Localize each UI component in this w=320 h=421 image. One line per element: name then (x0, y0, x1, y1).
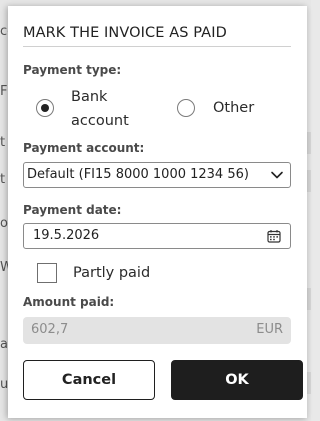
background-text: a (0, 337, 8, 352)
payment-account-label: Payment account: (23, 141, 145, 155)
amount-paid-label: Amount paid: (23, 295, 115, 309)
ok-button[interactable]: OK (171, 360, 303, 400)
radio-other[interactable] (177, 99, 195, 117)
background-text: u (0, 377, 9, 392)
payment-date-label: Payment date: (23, 203, 122, 217)
payment-date-input[interactable]: 19.5.2026 (23, 223, 291, 249)
background-text: t (0, 172, 6, 187)
cancel-button[interactable]: Cancel (23, 360, 155, 400)
payment-date-value: 19.5.2026 (33, 228, 100, 243)
amount-paid-input: 602,7 EUR (23, 317, 291, 344)
dialog-title: MARK THE INVOICE AS PAID (23, 25, 227, 41)
partly-paid-label[interactable]: Partly paid (73, 263, 150, 283)
partly-paid-checkbox[interactable] (37, 263, 57, 283)
calendar-icon[interactable] (267, 229, 281, 243)
chevron-down-icon (271, 171, 283, 179)
title-divider (23, 46, 291, 47)
mark-paid-dialog: MARK THE INVOICE AS PAID Payment type: B… (8, 6, 307, 418)
radio-bank-account-label-line1: Bank (71, 89, 108, 105)
amount-paid-value: 602,7 (31, 322, 69, 337)
background-text: F (0, 84, 8, 99)
payment-account-select[interactable]: Default (FI15 8000 1000 1234 56) (23, 162, 291, 188)
radio-bank-account-label-line2: account (71, 113, 129, 129)
background-text: t (0, 135, 6, 150)
amount-paid-currency: EUR (256, 322, 283, 337)
payment-type-label: Payment type: (23, 63, 122, 77)
radio-bank-account[interactable] (36, 99, 54, 117)
payment-account-value: Default (FI15 8000 1000 1234 56) (27, 167, 249, 182)
radio-bank-account-label[interactable]: Bank account (71, 85, 129, 133)
radio-other-label[interactable]: Other (213, 96, 254, 120)
